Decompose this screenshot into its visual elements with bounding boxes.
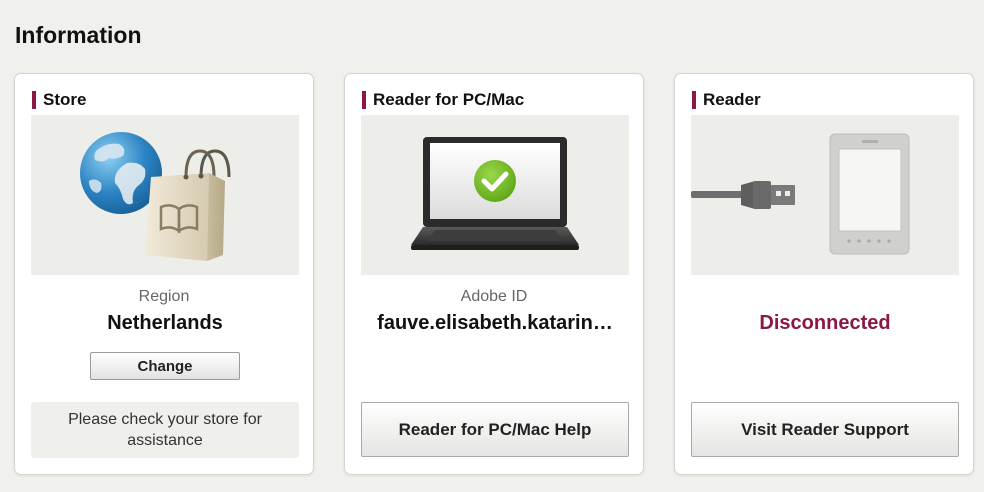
change-region-button[interactable]: Change xyxy=(90,352,240,380)
pc-reader-card: Reader for PC/Mac Adobe ID fauve.elisabe… xyxy=(344,73,644,475)
reader-card-heading: Reader xyxy=(692,90,761,109)
reader-illustration xyxy=(691,115,959,275)
store-note-text: Please check your store for assistance xyxy=(68,411,262,449)
heading-accent-bar xyxy=(362,90,366,109)
reader-help-button[interactable]: Reader for PC/Mac Help xyxy=(361,402,629,457)
adobe-id-label: Adobe ID xyxy=(460,288,528,305)
store-illustration xyxy=(31,115,299,275)
page-title: Information xyxy=(15,22,142,48)
heading-accent-bar xyxy=(32,90,36,109)
region-value: Netherlands xyxy=(107,312,223,334)
store-card-title: Store xyxy=(43,89,87,109)
adobe-id-value: fauve.elisabeth.katarin… xyxy=(377,312,613,334)
reader-card: Reader Disconnected Visit Reader Support xyxy=(674,73,974,475)
reader-connection-status: Disconnected xyxy=(759,312,891,334)
region-label: Region xyxy=(138,288,190,305)
visit-reader-support-button[interactable]: Visit Reader Support xyxy=(691,402,959,457)
pc-reader-card-title: Reader for PC/Mac xyxy=(373,89,525,109)
store-card: Store Region Netherlands Change Please c… xyxy=(14,73,314,475)
store-note: Please check your store for assistance xyxy=(31,402,299,458)
usb-cable-icon xyxy=(691,181,795,209)
ereader-device-icon xyxy=(829,133,910,255)
checkmark-icon xyxy=(474,160,516,202)
reader-card-title: Reader xyxy=(703,89,761,109)
store-card-heading: Store xyxy=(32,90,86,109)
heading-accent-bar xyxy=(692,90,696,109)
pc-reader-illustration xyxy=(361,115,629,275)
pc-reader-card-heading: Reader for PC/Mac xyxy=(362,90,524,109)
